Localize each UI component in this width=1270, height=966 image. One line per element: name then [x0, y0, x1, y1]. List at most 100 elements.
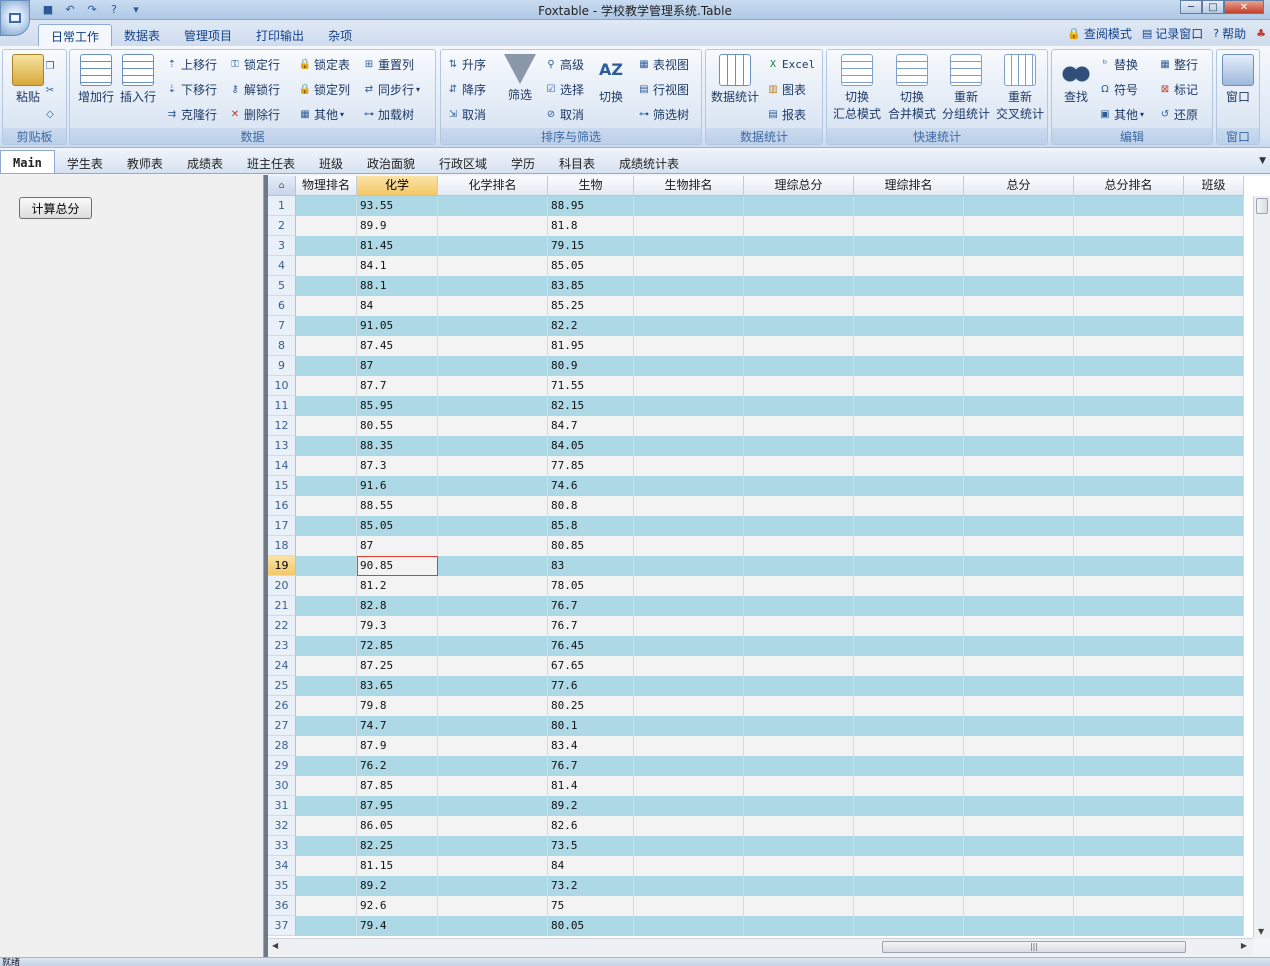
table-cell[interactable] [296, 256, 357, 276]
table-cell[interactable] [744, 436, 854, 456]
table-cell[interactable] [1184, 696, 1244, 716]
table-cell[interactable] [964, 856, 1074, 876]
table-cell[interactable] [438, 736, 548, 756]
vertical-scroll-thumb[interactable] [1256, 198, 1268, 214]
table-cell[interactable]: 84 [548, 856, 634, 876]
table-cell[interactable] [964, 816, 1074, 836]
table-cell[interactable] [1074, 276, 1184, 296]
doc-tab[interactable]: 教师表 [115, 150, 175, 173]
table-cell[interactable] [854, 776, 964, 796]
table-cell[interactable] [296, 656, 357, 676]
table-cell[interactable] [964, 776, 1074, 796]
table-cell[interactable] [964, 916, 1074, 936]
table-cell[interactable] [1184, 756, 1244, 776]
table-cell[interactable]: 80.85 [548, 536, 634, 556]
table-cell[interactable] [1184, 636, 1244, 656]
table-cell[interactable] [964, 536, 1074, 556]
table-cell[interactable] [296, 496, 357, 516]
table-cell[interactable] [296, 836, 357, 856]
app-menu-button[interactable] [0, 0, 30, 36]
table-cell[interactable] [634, 656, 744, 676]
table-cell[interactable] [1074, 536, 1184, 556]
switch-button[interactable]: AZ 切换 [591, 54, 631, 105]
table-cell[interactable] [744, 896, 854, 916]
table-cell[interactable] [634, 376, 744, 396]
table-cell[interactable]: 80.1 [548, 716, 634, 736]
table-cell[interactable]: 88.55 [357, 496, 438, 516]
unlock-row-button[interactable]: ⚷ 解锁行 [228, 79, 280, 99]
table-cell[interactable] [438, 516, 548, 536]
reset-col-button[interactable]: ⊞ 重置列 [362, 54, 414, 74]
table-cell[interactable] [1184, 816, 1244, 836]
table-cell[interactable] [964, 216, 1074, 236]
table-cell[interactable] [296, 416, 357, 436]
table-cell[interactable] [1074, 676, 1184, 696]
scroll-down-icon[interactable]: ▼ [1258, 927, 1264, 936]
table-cell[interactable]: 73.5 [548, 836, 634, 856]
table-cell[interactable] [744, 756, 854, 776]
table-cell[interactable] [1184, 216, 1244, 236]
table-cell[interactable] [296, 236, 357, 256]
table-cell[interactable]: 85.8 [548, 516, 634, 536]
table-cell[interactable] [1074, 436, 1184, 456]
table-cell[interactable] [1184, 796, 1244, 816]
table-cell[interactable] [296, 296, 357, 316]
row-number[interactable]: 21 [268, 596, 296, 616]
close-button[interactable]: ✕ [1224, 0, 1264, 14]
table-cell[interactable] [854, 276, 964, 296]
chart-button[interactable]: ▥ 图表 [766, 79, 806, 99]
table-cell[interactable] [438, 836, 548, 856]
table-cell[interactable] [438, 696, 548, 716]
row-number[interactable]: 27 [268, 716, 296, 736]
table-cell[interactable] [854, 876, 964, 896]
table-cell[interactable]: 83.4 [548, 736, 634, 756]
table-cell[interactable] [854, 236, 964, 256]
table-cell[interactable] [854, 696, 964, 716]
table-cell[interactable] [1184, 656, 1244, 676]
row-number[interactable]: 1 [268, 196, 296, 216]
advanced-filter-button[interactable]: ⚲ 高级 [544, 54, 584, 74]
table-cell[interactable] [438, 896, 548, 916]
table-cell[interactable] [296, 476, 357, 496]
row-number[interactable]: 29 [268, 756, 296, 776]
table-cell[interactable] [296, 756, 357, 776]
table-cell[interactable] [1074, 896, 1184, 916]
table-cell[interactable] [438, 196, 548, 216]
table-cell[interactable] [1184, 456, 1244, 476]
table-cell[interactable] [634, 876, 744, 896]
table-cell[interactable]: 86.05 [357, 816, 438, 836]
table-cell[interactable] [964, 616, 1074, 636]
table-cell[interactable] [964, 556, 1074, 576]
group-stats-button[interactable]: 重新 分组统计 [938, 54, 994, 122]
table-cell[interactable] [438, 856, 548, 876]
table-cell[interactable]: 88.35 [357, 436, 438, 456]
table-cell[interactable]: 81.8 [548, 216, 634, 236]
row-number[interactable]: 36 [268, 896, 296, 916]
table-cell[interactable] [438, 436, 548, 456]
other-data-button[interactable]: ▦ 其他 ▾ [298, 104, 344, 124]
table-cell[interactable] [296, 556, 357, 576]
table-cell[interactable] [296, 276, 357, 296]
table-cell[interactable] [854, 576, 964, 596]
table-cell[interactable] [964, 236, 1074, 256]
table-cell[interactable] [634, 336, 744, 356]
table-cell[interactable]: 76.7 [548, 616, 634, 636]
table-cell[interactable] [296, 396, 357, 416]
row-number[interactable]: 15 [268, 476, 296, 496]
row-number[interactable]: 14 [268, 456, 296, 476]
table-cell[interactable] [744, 576, 854, 596]
row-number[interactable]: 25 [268, 676, 296, 696]
table-cell[interactable] [296, 336, 357, 356]
table-cell[interactable] [1074, 376, 1184, 396]
tab-misc[interactable]: 杂项 [316, 24, 364, 48]
table-cell[interactable] [744, 376, 854, 396]
table-cell[interactable]: 87 [357, 356, 438, 376]
merge-mode-button[interactable]: 切换 合并模式 [884, 54, 940, 122]
table-cell[interactable] [1074, 876, 1184, 896]
row-number[interactable]: 20 [268, 576, 296, 596]
table-cell[interactable] [1074, 656, 1184, 676]
table-cell[interactable] [1184, 396, 1244, 416]
table-cell[interactable] [634, 916, 744, 936]
vertical-scrollbar[interactable]: ▼ [1253, 196, 1270, 938]
table-cell[interactable] [854, 396, 964, 416]
